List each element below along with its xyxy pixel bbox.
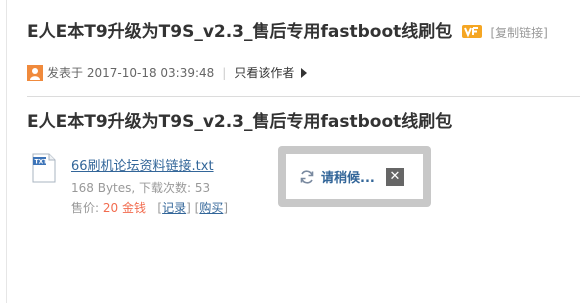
triangle-right-icon xyxy=(301,67,308,78)
copy-link-button[interactable]: [复制链接] xyxy=(490,26,547,40)
buy-link[interactable]: 购买 xyxy=(199,201,223,215)
post-meta: 发表于 2017-10-18 03:39:48 | 只看该作者 xyxy=(27,64,308,81)
attachment-link[interactable]: 66刷机论坛资料链接.txt xyxy=(71,155,214,174)
thread-title: E人E本T9升级为T9S_v2.3_售后专用fastboot线刷包 xyxy=(27,22,453,42)
left-border xyxy=(6,0,7,303)
attachment-info: 168 Bytes, 下载次数: 53 xyxy=(71,181,211,195)
loading-dialog-body: 请稍候... ✕ xyxy=(286,154,423,199)
attachment-price-row: 售价: 20 金钱 [记录] [购买] xyxy=(71,199,228,216)
posted-prefix: 发表于 xyxy=(47,66,84,80)
svg-text:TXT: TXT xyxy=(35,159,49,166)
close-icon[interactable]: ✕ xyxy=(386,168,404,186)
refresh-icon xyxy=(300,169,314,184)
post-title: E人E本T9升级为T9S_v2.3_售后专用fastboot线刷包 xyxy=(27,112,453,132)
price-value: 20 金钱 xyxy=(102,201,146,215)
bracket-close-2: ] xyxy=(223,201,229,215)
divider xyxy=(27,96,580,97)
loading-dialog: 请稍候... ✕ xyxy=(278,146,431,207)
record-link[interactable]: 记录 xyxy=(162,201,186,215)
price-label: 售价: xyxy=(71,201,100,215)
loading-text: 请稍候... xyxy=(321,171,375,186)
author-only-link[interactable]: 只看该作者 xyxy=(234,64,294,81)
bracket-close: ] xyxy=(186,201,191,215)
user-icon xyxy=(27,64,43,81)
vip-badge-icon xyxy=(462,25,483,38)
thread-header: E人E本T9升级为T9S_v2.3_售后专用fastboot线刷包 [复制链接] xyxy=(27,17,548,42)
meta-separator: | xyxy=(222,65,227,80)
posted-time: 2017-10-18 03:39:48 xyxy=(86,65,215,80)
txt-file-icon: TXT xyxy=(32,153,56,183)
